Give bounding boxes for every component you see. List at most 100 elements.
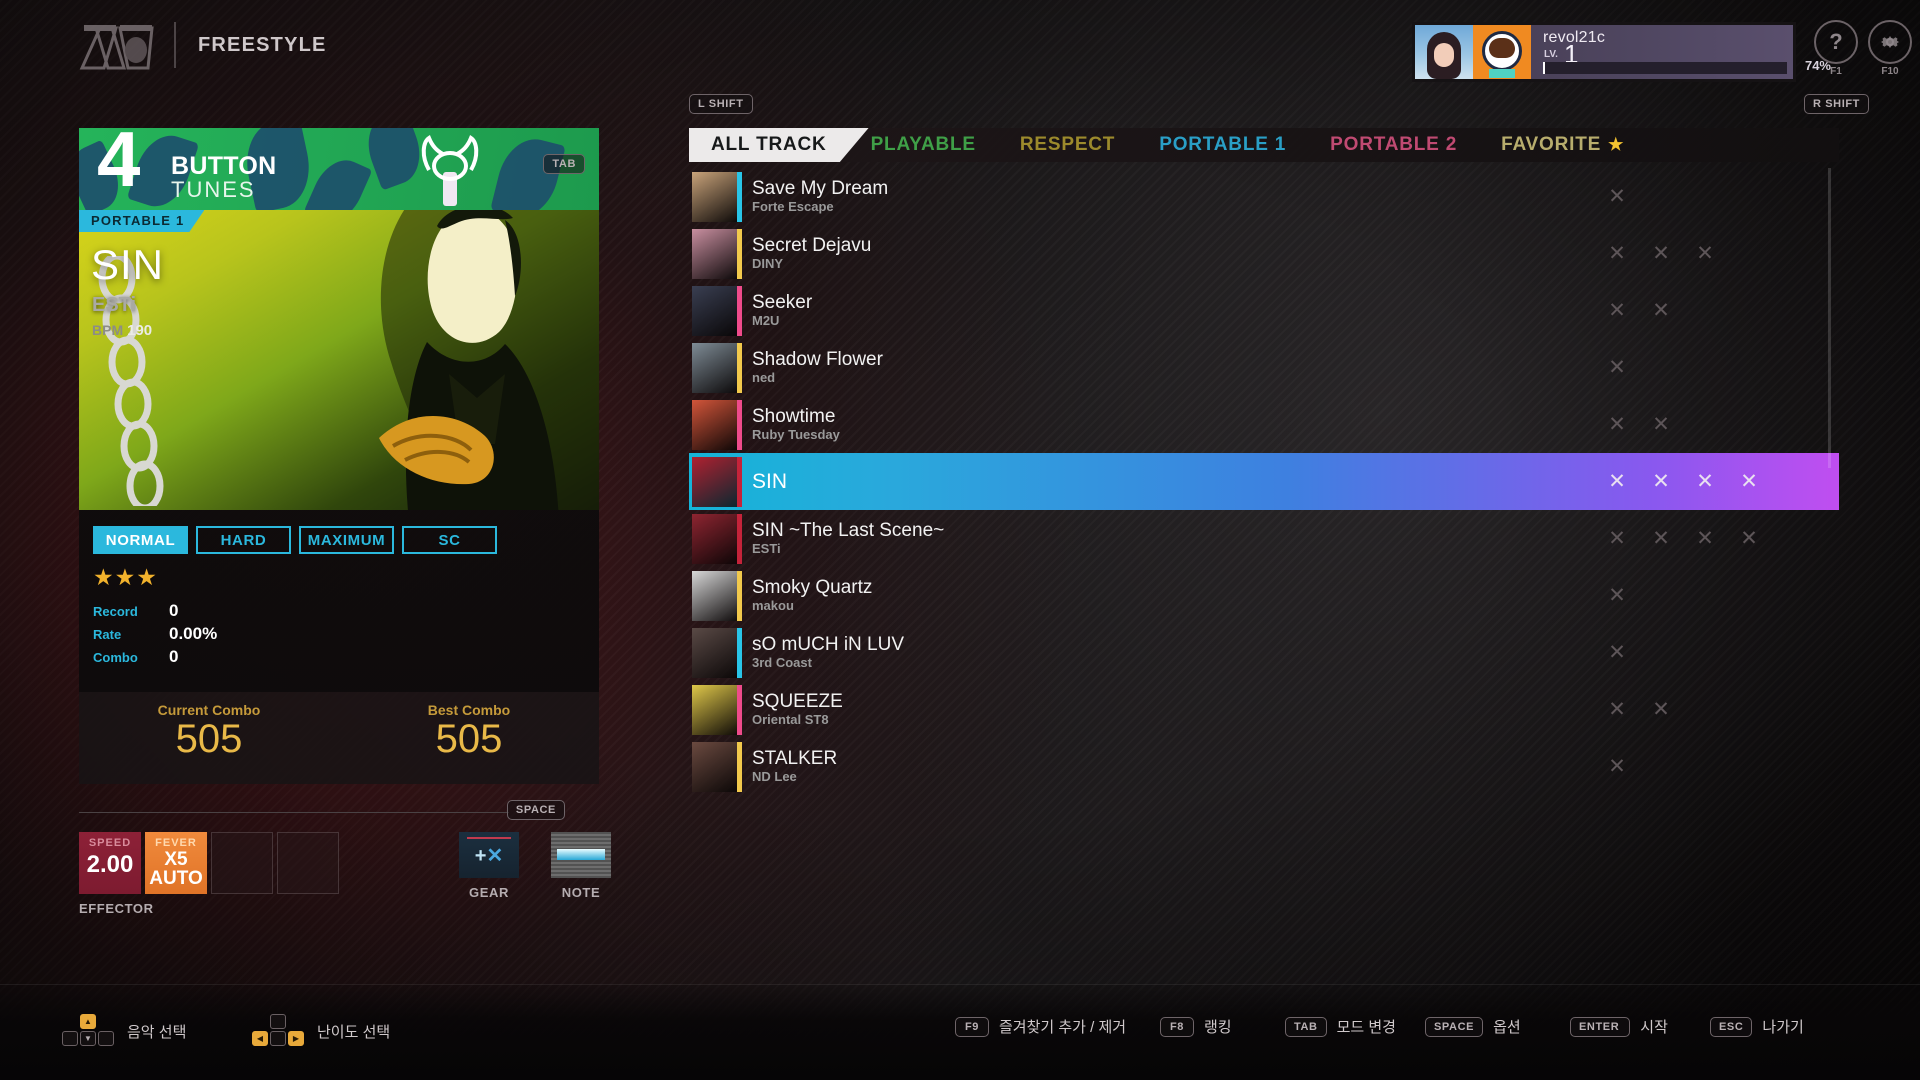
difficulty-selector: NORMAL HARD MAXIMUM SC — [93, 526, 585, 554]
song-row[interactable]: SIN ✕ ✕ ✕ ✕ — [689, 453, 1839, 510]
mode-title: FREESTYLE — [198, 33, 327, 56]
tab-portable-1[interactable]: PORTABLE 1 — [1137, 128, 1308, 162]
song-row[interactable]: Seeker M2U ✕ ✕ — [689, 282, 1839, 339]
song-meta: Smoky Quartz makou — [752, 577, 1595, 614]
difficulty-marks: ✕ — [1595, 754, 1795, 779]
space-keycap[interactable]: SPACE — [506, 800, 565, 820]
song-row[interactable]: SQUEEZE Oriental ST8 ✕ ✕ — [689, 681, 1839, 738]
difficulty-mark — [1639, 754, 1683, 779]
shortcut-label: 즐겨찾기 추가 / 제거 — [999, 1019, 1127, 1036]
song-title: Secret Dejavu — [752, 235, 872, 257]
list-scrollbar[interactable] — [1828, 168, 1831, 468]
difficulty-mark — [1727, 241, 1771, 266]
difficulty-maximum[interactable]: MAXIMUM — [299, 526, 394, 554]
tab-all-track[interactable]: ALL TRACK — [689, 128, 869, 162]
difficulty-mark — [1683, 754, 1727, 779]
shortcut-enter[interactable]: ENTER 시작 — [1570, 1016, 1668, 1037]
song-title: Seeker — [752, 292, 813, 314]
song-artist: M2U — [752, 313, 780, 329]
note-option[interactable]: NOTE — [551, 832, 611, 900]
song-artist: ESTi — [752, 541, 781, 557]
stat-key: Combo — [93, 650, 138, 665]
song-meta: Save My Dream Forte Escape — [752, 178, 1595, 215]
effector-slot-3[interactable] — [211, 832, 273, 894]
speed-value: 2.00 — [86, 851, 134, 878]
song-meta: SIN — [752, 470, 1595, 494]
tab-label: FAVORITE — [1501, 134, 1602, 155]
speed-slot[interactable]: SPEED 2.00 — [79, 832, 141, 894]
stat-value: 0 — [169, 647, 179, 666]
song-thumbnail — [692, 285, 742, 336]
song-meta: SQUEEZE Oriental ST8 — [752, 691, 1595, 728]
player-profile[interactable]: revol21c LV. 1 74% — [1412, 22, 1831, 82]
gear-icon: +✕ — [459, 832, 519, 878]
song-thumbnail — [692, 171, 742, 222]
difficulty-mark — [1683, 355, 1727, 380]
tab-label: PORTABLE 1 — [1159, 134, 1287, 155]
avatar-portrait — [1415, 25, 1473, 79]
fever-slot[interactable]: FEVER X5 AUTO — [145, 832, 207, 894]
favorite-star-icon: ★ — [1608, 135, 1625, 154]
difficulty-mark — [1639, 355, 1683, 380]
difficulty-mark: ✕ — [1608, 242, 1626, 265]
song-row[interactable]: SIN ~The Last Scene~ ESTi ✕ ✕ ✕ ✕ — [689, 510, 1839, 567]
song-info-panel: NORMAL HARD MAXIMUM SC ★★★ Record 0 Rate 0.00%… — [79, 510, 599, 692]
shortcut-f9[interactable]: F9 즐겨찾기 추가 / 제거 — [955, 1016, 1126, 1037]
song-thumbnail — [692, 399, 742, 450]
help-button[interactable]: ? — [1814, 20, 1858, 64]
song-meta: sO mUCH iN LUV 3rd Coast — [752, 634, 1595, 671]
difficulty-mark: ✕ — [1652, 527, 1670, 550]
song-thumbnail — [692, 456, 742, 507]
difficulty-mark — [1727, 583, 1771, 608]
settings-button[interactable] — [1868, 20, 1912, 64]
effector-slot-4[interactable] — [277, 832, 339, 894]
song-row[interactable]: Smoky Quartz makou ✕ — [689, 567, 1839, 624]
difficulty-hard[interactable]: HARD — [196, 526, 291, 554]
tab-favorite[interactable]: FAVORITE ★ — [1479, 128, 1646, 162]
avatar-emblem — [1473, 25, 1531, 79]
tab-respect[interactable]: RESPECT — [998, 128, 1137, 162]
shortcut-tab[interactable]: TAB 모드 변경 — [1285, 1016, 1396, 1037]
difficulty-sc[interactable]: SC — [402, 526, 497, 554]
difficulty-accent-bar — [737, 228, 742, 279]
song-artist: Forte Escape — [752, 199, 834, 215]
difficulty-mark — [1727, 754, 1771, 779]
song-row[interactable]: STALKER ND Lee ✕ — [689, 738, 1839, 795]
fever-multiplier: X5 — [164, 849, 188, 870]
note-icon — [551, 832, 611, 878]
tab-label: PLAYABLE — [870, 134, 976, 155]
difficulty-mark: ✕ — [1652, 299, 1670, 322]
shortcut-space[interactable]: SPACE 옵션 — [1425, 1016, 1521, 1037]
difficulty-mark: ✕ — [1652, 470, 1670, 493]
song-title: SIN — [752, 469, 788, 493]
selected-song-artist: ESTi — [92, 294, 137, 316]
song-row[interactable]: Secret Dejavu DINY ✕ ✕ ✕ — [689, 225, 1839, 282]
difficulty-select-label: 난이도 선택 — [317, 1023, 391, 1041]
stat-key: Record — [93, 604, 138, 619]
current-combo-value: 505 — [175, 717, 243, 761]
difficulty-mark — [1727, 412, 1771, 437]
difficulty-normal[interactable]: NORMAL — [93, 526, 188, 554]
song-title: sO mUCH iN LUV — [752, 634, 905, 656]
tab-playable[interactable]: PLAYABLE — [849, 128, 998, 162]
shortcut-f8[interactable]: F8 랭킹 — [1160, 1016, 1232, 1037]
tab-keycap[interactable]: TAB — [543, 154, 585, 174]
fever-caption: FEVER — [155, 837, 197, 849]
song-row[interactable]: Save My Dream Forte Escape ✕ — [689, 168, 1839, 225]
song-title: SQUEEZE — [752, 691, 843, 713]
song-thumbnail — [692, 627, 742, 678]
song-row[interactable]: Shadow Flower ned ✕ — [689, 339, 1839, 396]
difficulty-accent-bar — [737, 570, 742, 621]
song-row[interactable]: sO mUCH iN LUV 3rd Coast ✕ — [689, 624, 1839, 681]
shortcut-keycap: SPACE — [1425, 1016, 1484, 1037]
music-select-hint: ▲ ▼ 음악 선택 — [60, 1014, 186, 1048]
song-row[interactable]: Showtime Ruby Tuesday ✕ ✕ — [689, 396, 1839, 453]
tab-portable-2[interactable]: PORTABLE 2 — [1308, 128, 1479, 162]
gear-option[interactable]: +✕ GEAR — [459, 832, 519, 900]
fever-value: X5 AUTO — [145, 850, 207, 888]
stat-key: Rate — [93, 627, 122, 642]
difficulty-accent-bar — [737, 456, 742, 507]
shortcut-esc[interactable]: ESC 나가기 — [1710, 1016, 1804, 1037]
tab-label: ALL TRACK — [711, 134, 827, 155]
fever-auto: AUTO — [149, 868, 203, 889]
